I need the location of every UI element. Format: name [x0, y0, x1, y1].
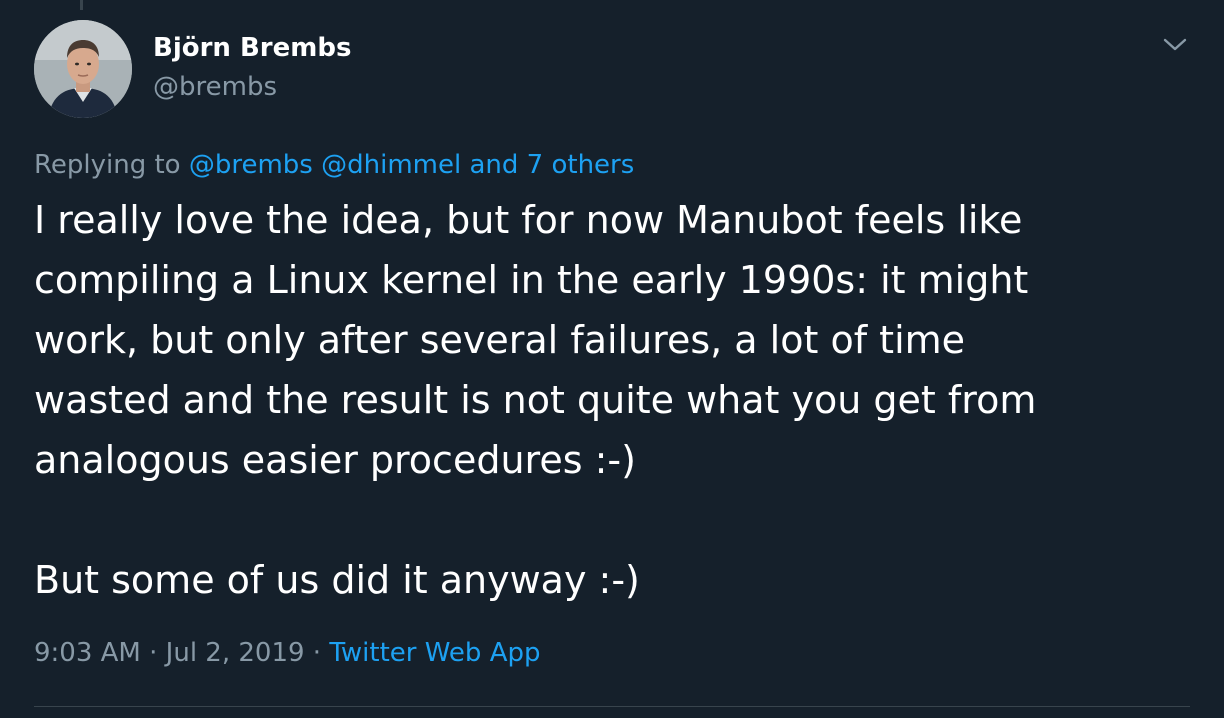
- divider: [34, 706, 1190, 707]
- author-handle[interactable]: @brembs: [153, 72, 277, 102]
- tweet-date[interactable]: Jul 2, 2019: [166, 638, 305, 668]
- replying-to-line: Replying to @brembs @dhimmel and 7 other…: [34, 150, 634, 180]
- avatar[interactable]: [34, 20, 132, 118]
- mention-brembs[interactable]: @brembs: [189, 150, 313, 180]
- author-name[interactable]: Björn Brembs: [153, 33, 351, 63]
- meta-separator: ·: [304, 638, 330, 668]
- chevron-down-icon[interactable]: [1160, 32, 1190, 58]
- replying-to-label: Replying to: [34, 150, 189, 180]
- mention-dhimmel[interactable]: @dhimmel: [321, 150, 461, 180]
- thread-connector-line: [80, 0, 83, 10]
- tweet-text: I really love the idea, but for now Manu…: [34, 190, 1184, 610]
- mention-others-link[interactable]: and 7 others: [469, 150, 634, 180]
- tweet-paragraph-1: I really love the idea, but for now Manu…: [34, 198, 1037, 482]
- tweet-time[interactable]: 9:03 AM: [34, 638, 141, 668]
- tweet-source-link[interactable]: Twitter Web App: [329, 638, 540, 668]
- meta-separator: ·: [140, 638, 166, 668]
- tweet-meta: 9:03 AM · Jul 2, 2019 · Twitter Web App: [34, 638, 541, 668]
- avatar-photo: [34, 20, 132, 118]
- tweet-paragraph-2: But some of us did it anyway :-): [34, 558, 640, 602]
